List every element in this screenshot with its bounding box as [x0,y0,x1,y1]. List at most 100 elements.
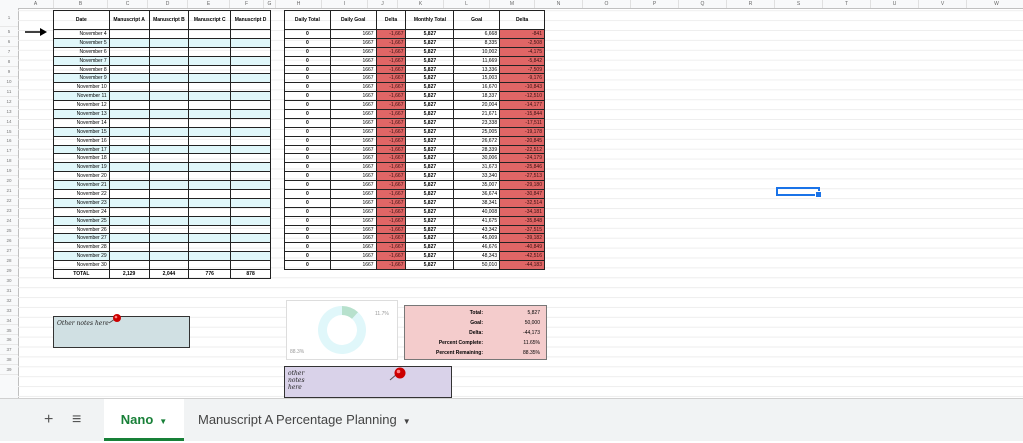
date-cell[interactable]: November 9 [53,73,110,84]
word-count-cell[interactable] [188,55,232,66]
daily-delta-cell[interactable]: -1,667 [375,29,407,39]
daily-delta-cell[interactable]: -1,667 [375,46,407,57]
daily-goal-cell[interactable]: 1667 [329,37,377,48]
word-count-cell[interactable] [230,126,271,137]
daily-goal-cell[interactable]: 1667 [329,46,377,57]
goal-cell[interactable]: 21,671 [453,109,501,119]
daily-goal-cell[interactable]: 1667 [329,251,377,262]
row-header[interactable]: 27 [0,246,18,256]
monthly-total-cell[interactable]: 5,827 [405,189,455,199]
summary-value[interactable]: -44,173 [487,328,546,338]
date-cell[interactable]: November 16 [53,135,110,146]
daily-goal-cell[interactable]: 1667 [329,135,377,146]
daily-goal-cell[interactable]: 1667 [329,171,377,182]
word-count-cell[interactable] [188,162,232,173]
goal-cell[interactable]: 23,338 [453,117,501,128]
row-header[interactable]: 9 [0,67,18,77]
goal-delta-cell[interactable]: -25,846 [499,162,545,173]
row-header[interactable]: 6 [0,37,18,47]
monthly-total-cell[interactable]: 5,827 [405,126,455,137]
date-cell[interactable]: November 14 [53,117,110,128]
column-header[interactable]: G [264,0,276,8]
daily-total-cell[interactable]: 0 [284,180,331,191]
daily-total-cell[interactable]: 0 [284,153,331,164]
daily-delta-cell[interactable]: -1,667 [375,206,407,217]
word-count-cell[interactable] [108,100,150,111]
word-count-cell[interactable] [148,233,190,244]
goal-delta-cell[interactable]: -40,849 [499,242,545,253]
row-header[interactable]: 38 [0,355,18,366]
word-count-cell[interactable] [230,242,271,253]
daily-total-cell[interactable]: 0 [284,29,331,39]
row-header[interactable]: 11 [0,87,18,97]
word-count-cell[interactable] [108,109,150,119]
word-count-cell[interactable] [188,117,232,128]
chevron-down-icon[interactable]: ▼ [403,417,411,426]
total-cell[interactable]: 2,044 [148,269,190,279]
column-header[interactable]: T [823,0,871,8]
goal-cell[interactable]: 18,337 [453,91,501,102]
word-count-cell[interactable] [148,189,190,199]
row-header[interactable]: 18 [0,156,18,167]
monthly-total-cell[interactable]: 5,827 [405,162,455,173]
goal-delta-cell[interactable]: -32,514 [499,197,545,208]
word-count-cell[interactable] [188,189,232,199]
daily-goal-cell[interactable]: 1667 [329,180,377,191]
column-header[interactable]: U [871,0,919,8]
word-count-cell[interactable] [230,100,271,111]
word-count-cell[interactable] [230,91,271,102]
goal-delta-cell[interactable]: -35,848 [499,215,545,226]
word-count-cell[interactable] [108,29,150,39]
date-cell[interactable]: November 25 [53,215,110,226]
daily-delta-cell[interactable]: -1,667 [375,126,407,137]
monthly-total-cell[interactable]: 5,827 [405,73,455,84]
row-header[interactable]: 22 [0,196,18,207]
column-header[interactable]: S [775,0,823,8]
row-header[interactable]: 1 [0,8,18,27]
date-cell[interactable]: November 4 [53,29,110,39]
word-count-cell[interactable] [230,144,271,155]
monthly-total-cell[interactable]: 5,827 [405,64,455,75]
word-count-cell[interactable] [108,135,150,146]
daily-delta-cell[interactable]: -1,667 [375,55,407,66]
row-header[interactable]: 14 [0,117,18,127]
word-count-cell[interactable] [148,162,190,173]
daily-total-cell[interactable]: 0 [284,206,331,217]
word-count-cell[interactable] [230,260,271,271]
daily-total-cell[interactable]: 0 [284,100,331,111]
date-cell[interactable]: November 6 [53,46,110,57]
word-count-cell[interactable] [148,153,190,164]
word-count-cell[interactable] [108,189,150,199]
monthly-total-cell[interactable]: 5,827 [405,224,455,235]
word-count-cell[interactable] [230,135,271,146]
daily-delta-cell[interactable]: -1,667 [375,37,407,48]
monthly-total-cell[interactable]: 5,827 [405,215,455,226]
goal-delta-cell[interactable]: -12,510 [499,91,545,102]
daily-total-cell[interactable]: 0 [284,162,331,173]
word-count-cell[interactable] [148,135,190,146]
monthly-total-cell[interactable]: 5,827 [405,251,455,262]
column-header[interactable]: V [919,0,967,8]
total-cell[interactable]: 878 [230,269,271,279]
word-count-cell[interactable] [188,109,232,119]
word-count-cell[interactable] [108,162,150,173]
goal-delta-cell[interactable]: -24,179 [499,153,545,164]
goal-cell[interactable]: 31,673 [453,162,501,173]
word-count-cell[interactable] [230,233,271,244]
word-count-cell[interactable] [148,73,190,84]
word-count-cell[interactable] [230,64,271,75]
word-count-cell[interactable] [230,73,271,84]
word-count-cell[interactable] [230,215,271,226]
monthly-total-cell[interactable]: 5,827 [405,37,455,48]
word-count-cell[interactable] [188,233,232,244]
monthly-total-cell[interactable]: 5,827 [405,206,455,217]
daily-delta-cell[interactable]: -1,667 [375,233,407,244]
daily-delta-cell[interactable]: -1,667 [375,153,407,164]
plus-icon[interactable]: + [44,411,53,429]
date-cell[interactable]: November 7 [53,55,110,66]
daily-delta-cell[interactable]: -1,667 [375,144,407,155]
word-count-cell[interactable] [188,64,232,75]
word-count-cell[interactable] [230,29,271,39]
daily-goal-cell[interactable]: 1667 [329,224,377,235]
date-cell[interactable]: November 28 [53,242,110,253]
